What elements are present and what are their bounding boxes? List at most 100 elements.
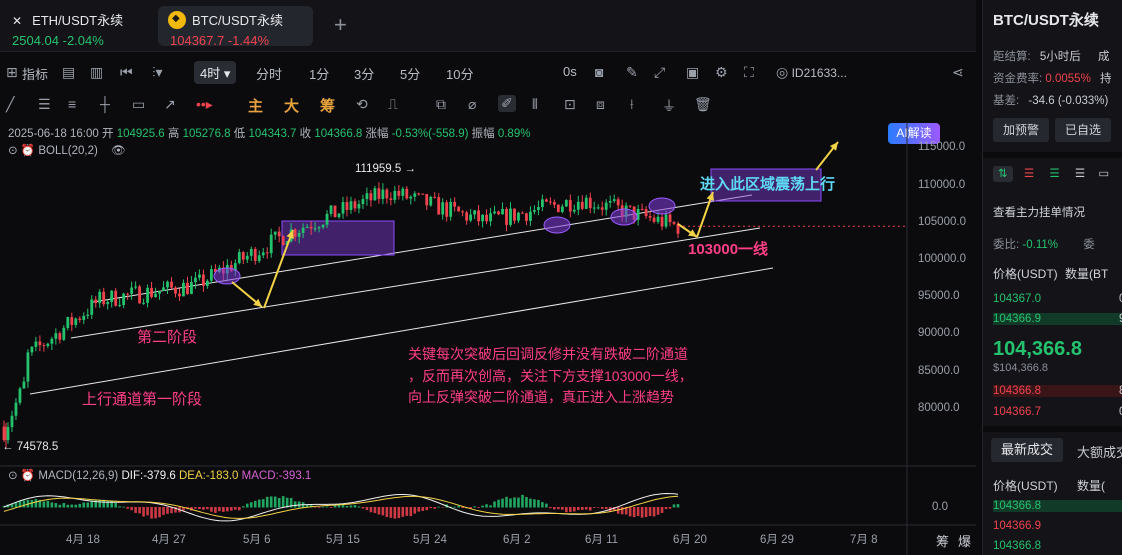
timeframe-5m[interactable]: 5分 (400, 64, 420, 83)
close-icon[interactable]: ✕ (12, 14, 22, 28)
change-value: -0.53%(-558.9) (391, 128, 469, 140)
more-tools-icon[interactable]: ••▸ (196, 96, 213, 113)
macd-bar (501, 498, 504, 508)
macd-bar (74, 504, 78, 508)
book-more-icon[interactable]: ▭ (1098, 168, 1109, 180)
ask-row[interactable]: 104367.0 0 (993, 293, 1122, 305)
collapse-icon[interactable]: ⊙ (8, 145, 18, 157)
candle-body (186, 282, 189, 294)
large-trades-tab[interactable]: 大额成交 (1077, 442, 1122, 461)
trade-row: 104366.8 (993, 500, 1122, 512)
macd-bar (325, 506, 329, 508)
macd-dif-line (3, 492, 679, 522)
share-icon[interactable]: ⋖ (952, 64, 964, 81)
macd-bar (401, 507, 405, 517)
timeframe-4h[interactable]: 4时 ▾ (194, 61, 237, 84)
layers-icon[interactable]: ⧈ (596, 96, 605, 113)
macd-bar (429, 507, 433, 509)
timeframe-10m[interactable]: 10分 (446, 64, 473, 83)
candle-body (537, 207, 540, 210)
bid-row[interactable]: 104366.7 0 (993, 406, 1122, 418)
low-label: 低 (233, 128, 246, 140)
macd-bar (505, 496, 508, 508)
ask-row[interactable]: 104366.9 9 (993, 313, 1122, 325)
rectangle-tool-icon[interactable]: ▭ (132, 96, 145, 113)
window-icon[interactable]: ▣ (686, 64, 699, 81)
macd-bar (588, 507, 592, 511)
big-order-tool[interactable]: 大 (284, 95, 299, 116)
expand-icon[interactable]: ⛶ (744, 64, 754, 81)
visibility-icon[interactable]: ⫴ (532, 96, 538, 113)
settings-icon[interactable]: ⚙ (715, 64, 728, 81)
candle-body (656, 216, 660, 222)
countdown-label: 0s (563, 64, 577, 79)
latest-trades-tab[interactable]: 最新成交 (991, 438, 1064, 462)
ruler-icon[interactable]: ⌀ (468, 96, 476, 113)
macd-bar (477, 507, 480, 508)
filter-icon[interactable]: ⏚ (662, 96, 676, 116)
chip-corner-button[interactable]: 筹 (936, 531, 949, 550)
magnet-icon[interactable]: ⎍ (388, 96, 398, 113)
layout-icon[interactable]: ▥ (90, 64, 103, 81)
trash-icon[interactable]: 🗑 (694, 96, 712, 113)
timeframe-3m[interactable]: 3分 (354, 64, 374, 83)
indicator-button[interactable]: 指标 (22, 64, 48, 83)
measure-icon[interactable]: ⟊ (630, 96, 634, 113)
eye-icon[interactable]: 👁 (111, 145, 126, 157)
macd-bar (349, 505, 353, 508)
fib-tool-icon[interactable]: ≡ (68, 96, 76, 112)
candle-body (90, 299, 94, 315)
macd-bar (234, 507, 237, 510)
collapse-icon[interactable]: ⊙ (8, 470, 18, 482)
macd-bar (353, 505, 357, 508)
line-tool-icon[interactable]: ╱ (6, 96, 14, 113)
candle-body (305, 226, 309, 228)
calendar-icon[interactable]: ▤ (62, 64, 75, 81)
macd-bar (170, 507, 173, 514)
pen-icon[interactable]: ✎ (626, 64, 638, 81)
book-merge-icon[interactable]: ☰ (1075, 168, 1085, 180)
alarm-icon[interactable]: ⏰ (21, 145, 35, 157)
view-main-orders-link[interactable]: 查看主力挂单情况 (993, 204, 1085, 220)
brush-icon[interactable]: ✐ (498, 95, 516, 112)
user-id-button[interactable]: ◎ ID21633... (776, 64, 847, 81)
camera-icon[interactable]: ◙ (595, 64, 603, 80)
book-bids-icon[interactable]: ☰ (1049, 168, 1059, 180)
tab-eth-usdt[interactable]: ✕ ETH/USDT永续 2504.04 -2.04% (2, 6, 147, 48)
cycle-icon[interactable]: ⟲ (356, 96, 368, 113)
change-label: 涨幅 (365, 128, 389, 140)
pullback-arrow-2-head (688, 229, 697, 237)
chip-tool[interactable]: 筹 (320, 95, 335, 116)
tab-btc-usdt[interactable]: BTC/USDT永续 104367.7 -1.44% (158, 6, 313, 48)
liquidation-corner-button[interactable]: 爆 (958, 531, 971, 550)
alarm-icon[interactable]: ⏰ (21, 470, 35, 482)
macd-bar (636, 507, 640, 517)
main-force-tool[interactable]: 主 (248, 95, 263, 116)
add-tab-icon[interactable]: + (334, 12, 347, 38)
macd-bar (50, 502, 54, 508)
candle-type-icon[interactable]: ⫶▾ (152, 64, 163, 81)
candle-body (644, 209, 648, 217)
macd-bar (98, 499, 102, 508)
add-alert-button[interactable]: 加预警 (993, 118, 1050, 142)
book-asks-icon[interactable]: ☰ (1024, 168, 1034, 180)
hline-tool-icon[interactable]: ☰ (38, 96, 51, 113)
lock-icon[interactable]: ⊡ (564, 96, 576, 113)
breakout-marker (543, 216, 571, 234)
timeframe-tick[interactable]: 分时 (256, 64, 282, 83)
boll-indicator[interactable]: ⊙ ⏰ BOLL(20,2) 👁 (8, 143, 126, 157)
fullscreen-icon[interactable]: ⤢ (654, 64, 665, 81)
candle-body (10, 415, 14, 428)
grid-icon[interactable]: ⊞ (6, 64, 18, 81)
candle-body (541, 199, 544, 208)
copy-icon[interactable]: ⧉ (436, 96, 446, 113)
favorite-button[interactable]: 已自选 (1055, 118, 1112, 142)
arrow-tool-icon[interactable]: ↗ (164, 96, 176, 113)
rewind-icon[interactable]: ⏮ (120, 64, 133, 81)
candlestick-chart[interactable]: 2025-06-18 16:00 开 104925.6 高 105276.8 低… (0, 122, 976, 555)
candle-body (317, 227, 321, 229)
book-both-icon[interactable]: ⇅ (993, 166, 1013, 182)
timeframe-1m[interactable]: 1分 (309, 64, 329, 83)
horizontal-line-icon[interactable]: ┼ (100, 96, 110, 112)
bid-row[interactable]: 104366.8 8 (993, 385, 1122, 397)
